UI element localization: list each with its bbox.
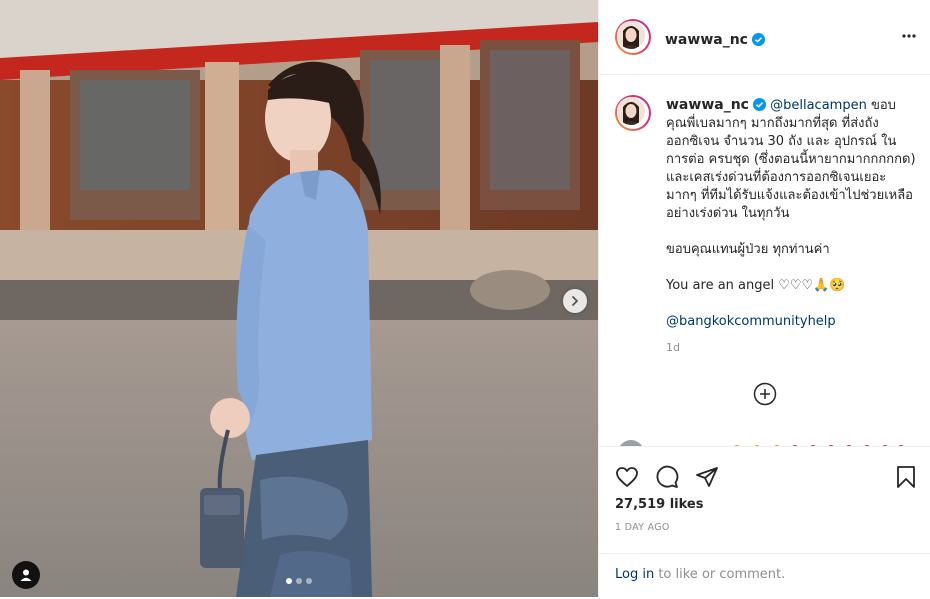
avatar-image (617, 97, 645, 125)
post-actions: 27,519 likes 1 DAY AGO Log in to like or… (599, 446, 930, 598)
caption-thanks: ขอบคุณแทนผู้ป่วย ทุกท่านค่า (666, 242, 830, 257)
caption-angel-line: You are an angel ♡♡♡🙏🥺 (666, 278, 846, 293)
post-username[interactable]: wawwa_nc (665, 32, 748, 48)
user-tag-icon (20, 569, 32, 581)
send-icon (696, 467, 718, 487)
like-button[interactable] (615, 465, 639, 493)
tagged-users-button[interactable] (12, 561, 40, 589)
caption-username[interactable]: wawwa_nc (666, 97, 749, 113)
login-prompt: Log in to like or comment. (599, 553, 930, 599)
next-comment-peek (617, 438, 917, 446)
more-options-button[interactable] (901, 28, 917, 48)
post-header: wawwa_nc (599, 0, 930, 75)
carousel-indicator (286, 578, 312, 584)
likes-count[interactable]: 27,519 likes (615, 497, 703, 512)
post-side-panel: wawwa_nc wawwa_nc @bellacampen ขอบคุณพี่… (598, 0, 930, 597)
bookmark-icon (897, 466, 915, 488)
post-date[interactable]: 1 DAY AGO (615, 522, 670, 533)
share-button[interactable] (695, 465, 719, 493)
more-options-icon (902, 34, 916, 38)
avatar-image (617, 21, 645, 49)
heart-icon (616, 467, 638, 487)
verified-badge-icon (751, 33, 765, 46)
post-caption: wawwa_nc @bellacampen ขอบคุณพี่เบลมากๆ ม… (666, 96, 916, 357)
comment-button[interactable] (655, 465, 679, 493)
carousel-dot (306, 578, 312, 584)
login-prompt-text: to like or comment. (654, 567, 786, 582)
login-link[interactable]: Log in (615, 567, 654, 582)
save-button[interactable] (895, 465, 917, 493)
carousel-dot (286, 578, 292, 584)
avatar[interactable] (615, 19, 651, 55)
caption-avatar[interactable] (615, 95, 651, 131)
comment-icon (656, 465, 679, 488)
comments-section: wawwa_nc @bellacampen ขอบคุณพี่เบลมากๆ ม… (599, 76, 930, 446)
load-more-comments-button[interactable] (753, 382, 777, 410)
post-photo[interactable] (0, 0, 598, 597)
caption-tag-link[interactable]: @bangkokcommunityhelp (666, 313, 916, 331)
caption-timestamp: 1d (666, 341, 680, 354)
caption-body: ขอบคุณพี่เบลมากๆ มากถึงมากที่สุด ที่ส่งถ… (666, 98, 916, 221)
caption-mention-link[interactable]: @bellacampen (770, 98, 867, 113)
next-slide-button[interactable] (563, 289, 587, 313)
verified-badge-icon (752, 98, 766, 111)
chevron-right-icon (572, 296, 578, 306)
plus-circle-icon (753, 382, 777, 406)
carousel-dot (296, 578, 302, 584)
